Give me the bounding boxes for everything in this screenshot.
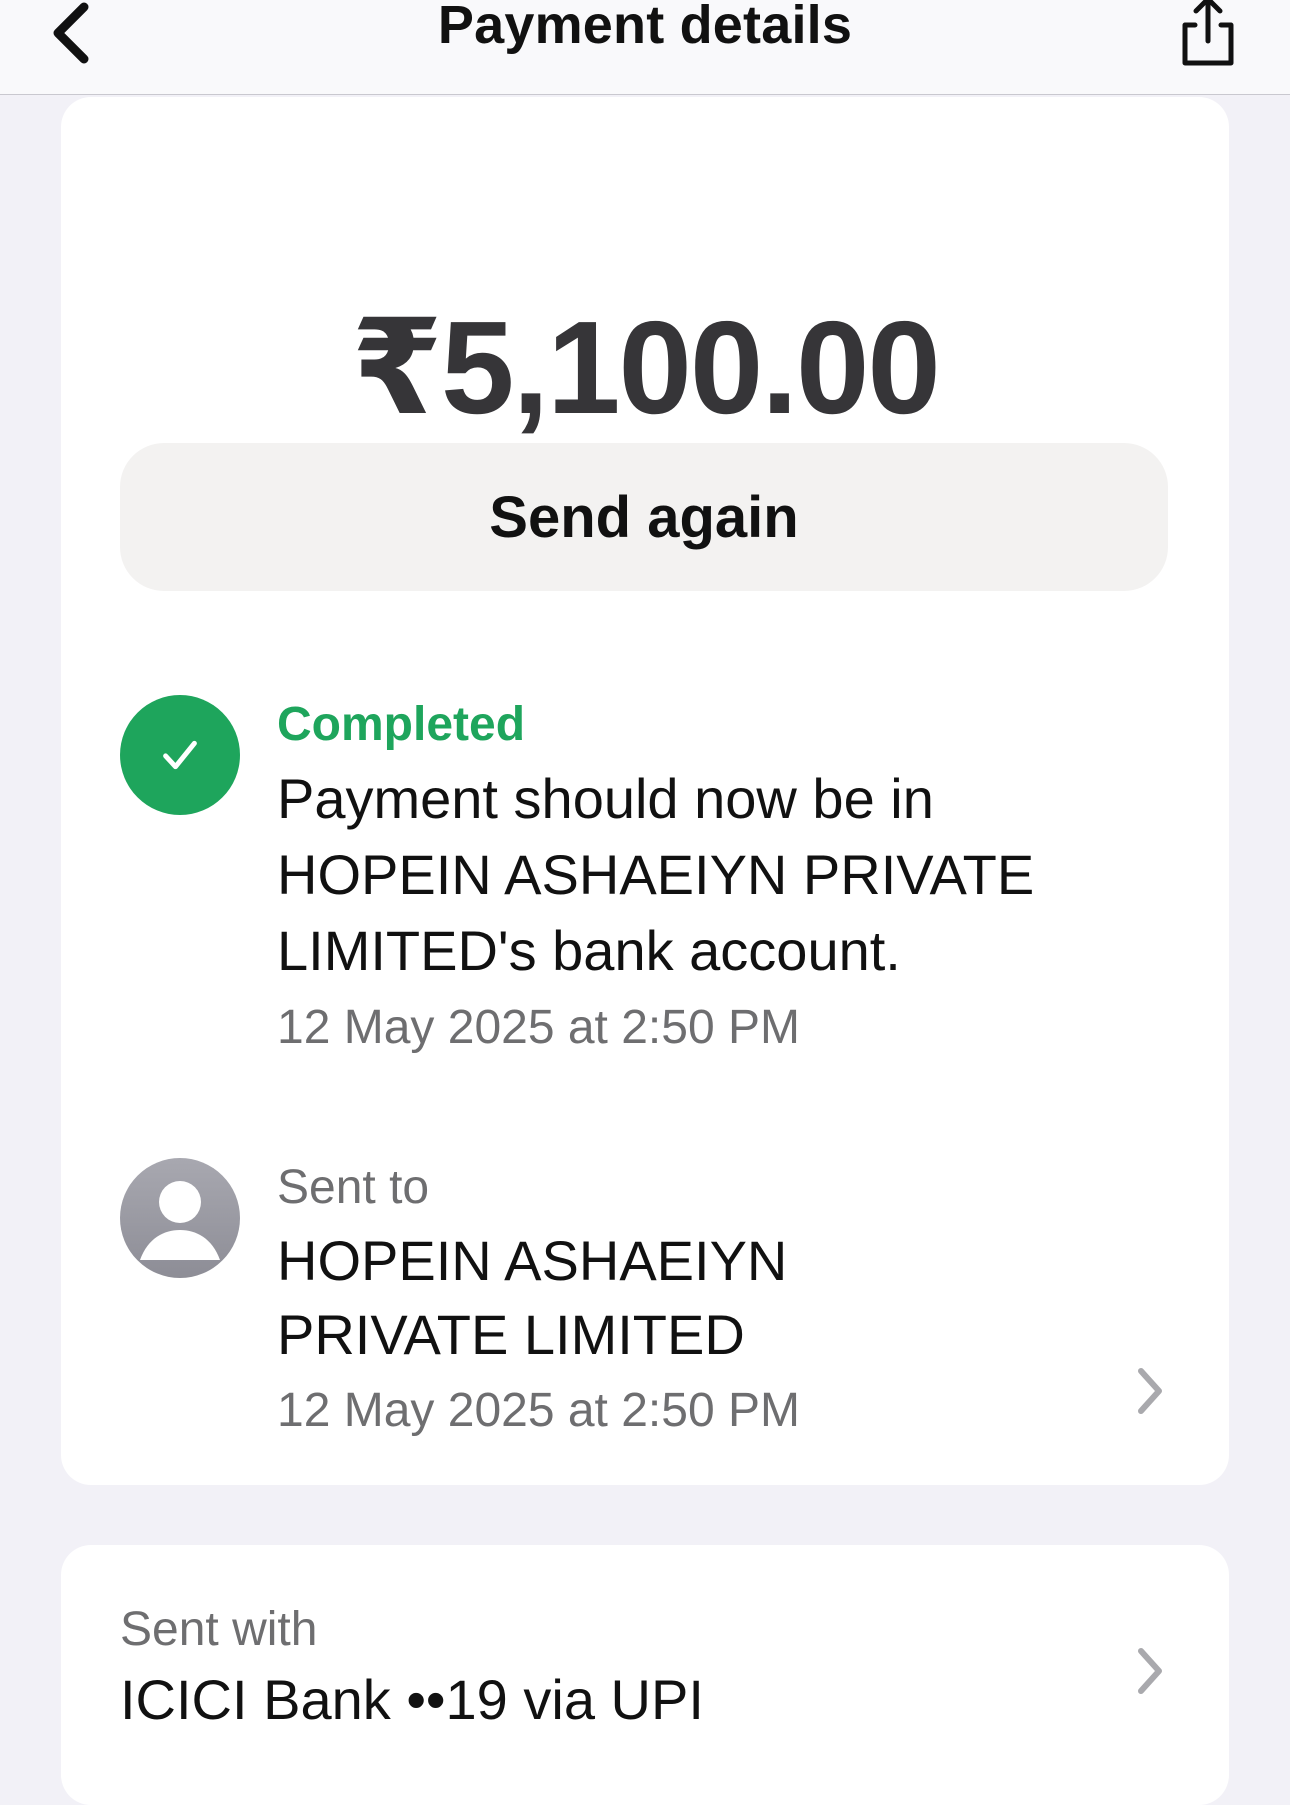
sent-with-label: Sent with: [120, 1603, 318, 1656]
recipient-timestamp: 12 May 2025 at 2:50 PM: [277, 1384, 800, 1437]
send-again-button[interactable]: Send again: [120, 443, 1168, 591]
sent-to-label: Sent to: [277, 1161, 430, 1214]
payment-summary-card: ₹5,100.00 Send again Completed Payment s…: [61, 97, 1229, 1485]
navigation-bar: Payment details: [0, 0, 1290, 95]
status-text: Completed Payment should now be in HOPEI…: [277, 695, 1157, 1063]
share-button[interactable]: [1168, 0, 1248, 76]
chevron-right-icon[interactable]: [1129, 1361, 1169, 1421]
recipient-name: HOPEIN ASHAEIYN PRIVATE LIMITED: [277, 1229, 788, 1366]
share-icon: [1182, 0, 1234, 66]
page-title: Payment details: [437, 0, 853, 55]
check-circle-icon: [120, 695, 240, 815]
source-text: Sent with ICICI Bank ••19 via UPI: [120, 1600, 1120, 1740]
status-message: Payment should now be in HOPEIN ASHAEIYN…: [277, 767, 1035, 982]
person-avatar-icon: [120, 1158, 240, 1278]
payment-source: ICICI Bank ••19 via UPI: [120, 1668, 704, 1731]
recipient-text: Sent to HOPEIN ASHAEIYN PRIVATE LIMITED …: [277, 1158, 1157, 1446]
status-label: Completed: [277, 698, 526, 751]
status-timestamp: 12 May 2025 at 2:50 PM: [277, 1001, 800, 1054]
chevron-right-icon[interactable]: [1129, 1641, 1169, 1701]
payment-amount: ₹5,100.00: [351, 294, 941, 441]
payment-source-card[interactable]: Sent with ICICI Bank ••19 via UPI: [61, 1545, 1229, 1805]
